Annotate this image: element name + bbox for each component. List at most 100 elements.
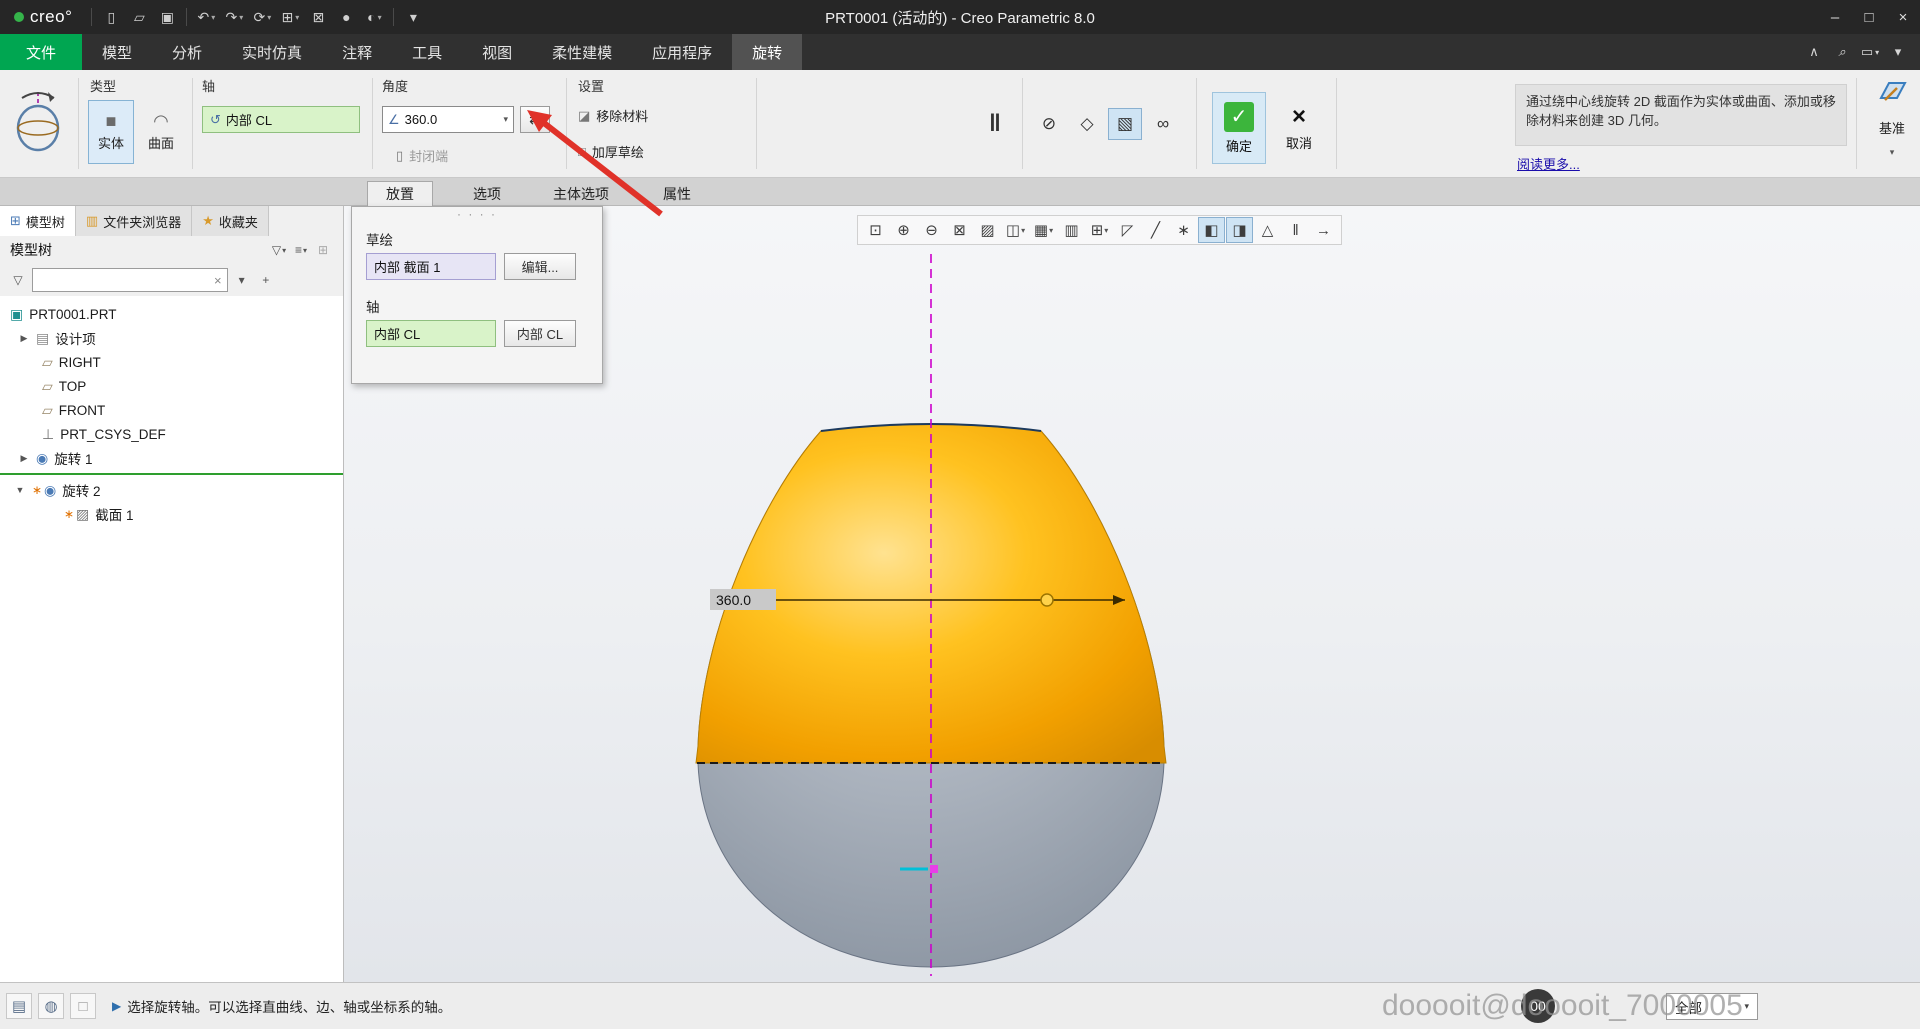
tree-item-top-plane[interactable]: ▱ TOP xyxy=(0,374,343,398)
revolve-axis-field[interactable]: ↺ 内部 CL xyxy=(202,106,360,133)
sketch-point-marker[interactable] xyxy=(930,865,938,873)
remove-material-option[interactable]: ◪ 移除材料 xyxy=(578,106,648,125)
tree-item-csys[interactable]: ⊥ PRT_CSYS_DEF xyxy=(0,422,343,446)
tab-annotate[interactable]: 注释 xyxy=(322,34,392,70)
pause-display-button[interactable]: ‖ xyxy=(1282,217,1309,243)
tree-item-part[interactable]: ▣ PRT0001.PRT xyxy=(0,302,343,326)
tab-options[interactable]: 选项 xyxy=(455,181,519,206)
browser-toggle-button[interactable]: ◍ xyxy=(38,993,64,1019)
tab-model-tree[interactable]: ⊞ 模型树 xyxy=(0,206,76,236)
regenerate-button[interactable]: ⟳▾ xyxy=(250,4,274,30)
sketch-display-button[interactable]: ╱ xyxy=(1142,217,1169,243)
surface-type-button[interactable]: ◠ 曲面 xyxy=(138,100,184,164)
tree-search-input[interactable] xyxy=(38,273,214,288)
cancel-button[interactable]: × 取消 xyxy=(1274,92,1324,164)
new-file-button[interactable]: ▯ xyxy=(99,4,123,30)
model-display-button[interactable]: ◐▾ xyxy=(362,4,386,30)
tree-item-revolve-1[interactable]: ▶ ◉ 旋转 1 xyxy=(0,446,343,470)
tab-model[interactable]: 模型 xyxy=(82,34,152,70)
no-preview-button[interactable]: ⊘ xyxy=(1032,108,1066,140)
undo-button[interactable]: ↶▾ xyxy=(194,4,218,30)
expander-icon[interactable]: ▶ xyxy=(18,453,30,464)
tab-placement[interactable]: 放置 xyxy=(367,181,433,206)
verify-feature-button[interactable]: ◇ xyxy=(1070,108,1104,140)
tree-item-section-1[interactable]: ∗ ▨ 截面 1 xyxy=(0,502,343,526)
window-settings-button[interactable]: ▭▾ xyxy=(1858,40,1882,64)
save-button[interactable]: ▣ xyxy=(155,4,179,30)
tree-item-right-plane[interactable]: ▱ RIGHT xyxy=(0,350,343,374)
read-more-link[interactable]: 阅读更多... xyxy=(1517,154,1580,173)
insert-here-indicator[interactable] xyxy=(0,473,343,475)
close-button[interactable]: × xyxy=(1886,0,1920,34)
zoom-window-button[interactable]: ⊡ xyxy=(862,217,889,243)
capped-ends-option[interactable]: ▯ 封闭端 xyxy=(396,146,448,165)
tree-item-design-items[interactable]: ▶ ▤ 设计项 xyxy=(0,326,343,350)
annotation-display-button[interactable]: ◸ xyxy=(1114,217,1141,243)
window-manager-button[interactable]: ⊞▾ xyxy=(278,4,302,30)
thicken-sketch-option[interactable]: □ 加厚草绘 xyxy=(578,142,644,161)
saved-orientations-button[interactable]: ▦▾ xyxy=(1030,217,1057,243)
display-style-button[interactable]: ◫▾ xyxy=(1002,217,1029,243)
pause-feature-button[interactable]: ‖ xyxy=(978,108,1012,140)
panel-drag-handle[interactable]: · · · · xyxy=(352,207,602,223)
tab-file[interactable]: 文件 xyxy=(0,34,82,70)
command-search-button[interactable]: ⌕ xyxy=(1830,40,1854,64)
minimize-button[interactable]: – xyxy=(1818,0,1852,34)
refit-button[interactable]: ⊠ xyxy=(946,217,973,243)
solid-type-button[interactable]: ■ 实体 xyxy=(88,100,134,164)
blank-toggle-button[interactable]: □ xyxy=(70,993,96,1019)
tab-folder-browser[interactable]: ▥ 文件夹浏览器 xyxy=(76,206,192,236)
tabbar-more-button[interactable]: ▾ xyxy=(1886,40,1910,64)
repaint-button[interactable]: ▨ xyxy=(974,217,1001,243)
datum-label[interactable]: 基准 xyxy=(1868,118,1916,137)
glasses-preview-button[interactable]: ∞ xyxy=(1146,108,1180,140)
collapse-ribbon-button[interactable]: ∧ xyxy=(1802,40,1826,64)
sim-display-button[interactable]: △ xyxy=(1254,217,1281,243)
expander-icon[interactable]: ▶ xyxy=(18,333,30,344)
tab-tools[interactable]: 工具 xyxy=(392,34,462,70)
clear-search-icon[interactable]: × xyxy=(214,273,222,288)
tab-live-simulation[interactable]: 实时仿真 xyxy=(222,34,322,70)
expander-icon[interactable]: ▼ xyxy=(14,485,26,495)
datum-display-button[interactable]: ◧ xyxy=(1198,217,1225,243)
angle-drag-handle[interactable] xyxy=(1041,594,1053,606)
more-commands-button[interactable]: ▾ xyxy=(401,4,425,30)
internal-cl-button[interactable]: 内部 CL xyxy=(504,320,576,347)
spin-center-button[interactable]: ∗ xyxy=(1170,217,1197,243)
section-display-button[interactable]: ◨ xyxy=(1226,217,1253,243)
flip-angle-direction-button[interactable]: ⇄ xyxy=(520,106,550,133)
attached-preview-button[interactable]: ▧ xyxy=(1108,108,1142,140)
tree-list-button[interactable]: ≡▾ xyxy=(291,240,311,260)
chevron-down-icon[interactable]: ▾ xyxy=(1868,147,1916,158)
tree-search-box[interactable]: × xyxy=(32,268,228,292)
sketch-collector-field[interactable]: 内部 截面 1 xyxy=(366,253,496,280)
tab-favorites[interactable]: ★ 收藏夹 xyxy=(192,206,269,236)
tab-flexible-modeling[interactable]: 柔性建模 xyxy=(532,34,632,70)
close-window-button[interactable]: ⊠ xyxy=(306,4,330,30)
angle-dimension-value[interactable]: 360.0 xyxy=(716,592,751,608)
tab-body-options[interactable]: 主体选项 xyxy=(535,181,627,206)
ok-button[interactable]: ✓ 确定 xyxy=(1212,92,1266,164)
open-file-button[interactable]: ▱ xyxy=(127,4,151,30)
model-tree-toggle-button[interactable]: ▤ xyxy=(6,993,32,1019)
datum-plane-icon[interactable] xyxy=(1868,78,1916,110)
redo-button[interactable]: ↷▾ xyxy=(222,4,246,30)
tab-analysis[interactable]: 分析 xyxy=(152,34,222,70)
tab-applications[interactable]: 应用程序 xyxy=(632,34,732,70)
tree-item-front-plane[interactable]: ▱ FRONT xyxy=(0,398,343,422)
edit-sketch-button[interactable]: 编辑... xyxy=(504,253,576,280)
material-sphere-button[interactable]: ● xyxy=(334,4,358,30)
tree-filter-button[interactable]: ▽▾ xyxy=(269,240,289,260)
tree-item-revolve-2[interactable]: ▼ ∗ ◉ 旋转 2 xyxy=(0,478,343,502)
angle-value-combo[interactable]: ∠ 360.0 ▾ xyxy=(382,106,514,133)
tab-properties[interactable]: 属性 xyxy=(645,181,709,206)
tab-view[interactable]: 视图 xyxy=(462,34,532,70)
zoom-in-button[interactable]: ⊕ xyxy=(890,217,917,243)
tree-settings-button[interactable]: ⊞ xyxy=(313,240,333,260)
zoom-out-button[interactable]: ⊖ xyxy=(918,217,945,243)
search-options-button[interactable]: ▾ xyxy=(232,270,252,290)
exit-display-button[interactable]: → xyxy=(1310,217,1337,243)
capture-button[interactable]: ⊞▾ xyxy=(1086,217,1113,243)
maximize-button[interactable]: □ xyxy=(1852,0,1886,34)
expand-search-button[interactable]: + xyxy=(256,270,276,290)
